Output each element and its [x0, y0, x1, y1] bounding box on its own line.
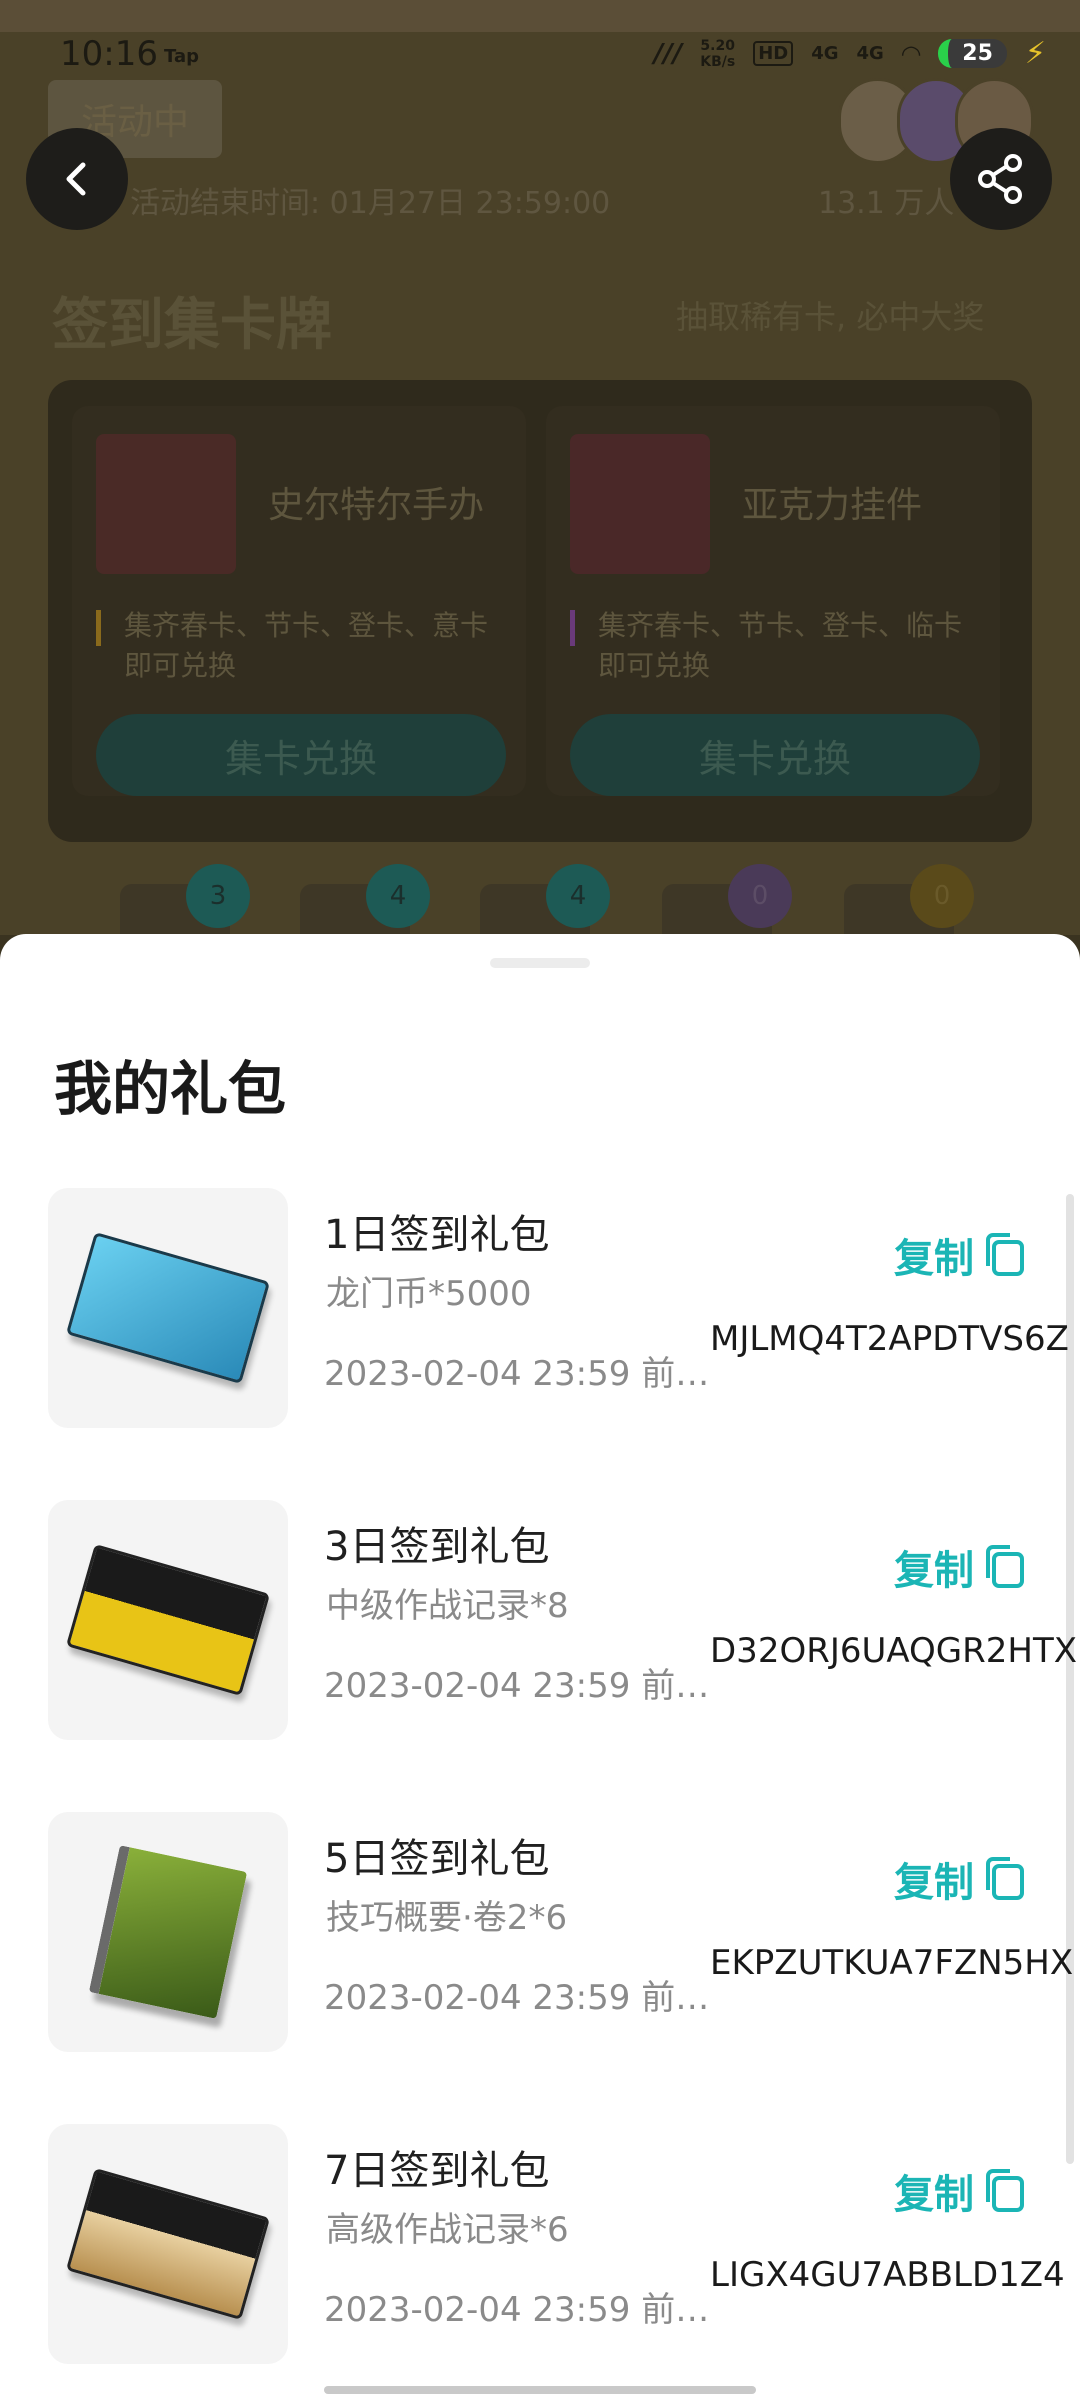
participant-count: 13.1 万人 [818, 186, 955, 221]
copy-icon [986, 1857, 1024, 1900]
wifi-icon: ◠ [901, 39, 921, 68]
gift-row: 5日签到礼包 技巧概要·卷2*6 2023-02-04 23:59 前… 复制 … [48, 1812, 1073, 2052]
background-banner [0, 0, 1080, 32]
prize-card: 史尔特尔手办 集齐春卡、节卡、登卡、意卡即可兑换 集卡兑换 [72, 406, 526, 796]
copy-label: 复制 [894, 1236, 974, 1282]
gift-code: MJLMQ4T2APDTVS6Z [710, 1319, 1069, 1359]
hd-icon: HD [753, 41, 794, 66]
copy-label: 复制 [894, 1548, 974, 1594]
gift-name: 3日签到礼包 [324, 1524, 550, 1570]
exchange-button[interactable]: 集卡兑换 [96, 714, 506, 796]
back-button[interactable] [26, 128, 128, 230]
copy-button[interactable]: 复制 [894, 1538, 1026, 1596]
gift-image [48, 1500, 288, 1740]
gift-image [48, 1812, 288, 2052]
tap-logo-icon: /// [653, 38, 683, 69]
gift-row: 7日签到礼包 高级作战记录*6 2023-02-04 23:59 前… 复制 L… [48, 2124, 1065, 2364]
gift-code: EKPZUTKUA7FZN5HX [710, 1943, 1074, 1983]
my-gifts-sheet: 我的礼包 1日签到礼包 龙门币*5000 2023-02-04 23:59 前…… [0, 934, 1080, 2400]
share-icon [978, 154, 1022, 204]
prize-desc: 集齐春卡、节卡、登卡、意卡即可兑换 [124, 609, 489, 682]
gift-name: 5日签到礼包 [324, 1836, 550, 1882]
prize-desc-bar [96, 610, 101, 646]
gift-expiry: 2023-02-04 23:59 前… [324, 1354, 710, 1394]
gift-item: 技巧概要·卷2*6 [326, 1898, 568, 1938]
gift-item: 龙门币*5000 [326, 1274, 532, 1314]
back-arrow-icon [66, 162, 86, 196]
gift-code: D32ORJ6UAQGR2HTX [710, 1631, 1078, 1671]
prize-name: 史尔特尔手办 [268, 485, 485, 526]
card-count-badge: 0 [910, 864, 974, 928]
sheet-drag-handle[interactable] [490, 958, 590, 968]
signal-4g-icon-2: 4G [856, 43, 884, 64]
copy-button[interactable]: 复制 [894, 2162, 1026, 2220]
exp-record-image [65, 2167, 271, 2321]
lmd-ticket-image [65, 1231, 271, 1385]
gift-code: LIGX4GU7ABBLD1Z4 [710, 2255, 1065, 2295]
status-tap-label: Tap [164, 46, 199, 67]
card-collection-row: 3 4 4 0 0 [48, 862, 1032, 954]
status-bar: 10:16 Tap /// 5.20 KB/s HD 4G 4G ◠ 25 ⚡ [0, 32, 1080, 80]
pendant-thumbnail [570, 434, 710, 574]
copy-label: 复制 [894, 2172, 974, 2218]
signal-4g-icon-1: 4G [811, 43, 839, 64]
copy-button[interactable]: 复制 [894, 1226, 1026, 1284]
exchange-button[interactable]: 集卡兑换 [570, 714, 980, 796]
figure-thumbnail [96, 434, 236, 574]
card-count-badge: 4 [366, 864, 430, 928]
status-icons: /// 5.20 KB/s HD 4G 4G ◠ 25 ⚡ [654, 36, 1046, 71]
copy-icon [986, 1545, 1024, 1588]
card-count-badge: 4 [546, 864, 610, 928]
prize-desc-bar [570, 610, 575, 646]
gift-row: 1日签到礼包 龙门币*5000 2023-02-04 23:59 前… 复制 M… [48, 1188, 1069, 1428]
prize-panel: 史尔特尔手办 集齐春卡、节卡、登卡、意卡即可兑换 集卡兑换 亚克力挂件 集齐春卡… [48, 380, 1032, 842]
gift-name: 7日签到礼包 [324, 2148, 550, 2194]
network-speed: 5.20 KB/s [700, 37, 736, 70]
home-indicator[interactable] [324, 2386, 756, 2394]
copy-icon [986, 2169, 1024, 2212]
prize-desc: 集齐春卡、节卡、登卡、临卡即可兑换 [598, 609, 963, 682]
skill-book-image [88, 1845, 248, 2019]
exp-record-image [65, 1543, 271, 1697]
gift-expiry: 2023-02-04 23:59 前… [324, 1978, 710, 2018]
copy-button[interactable]: 复制 [894, 1850, 1026, 1908]
activity-end-time: 活动结束时间: 01月27日 23:59:00 [130, 186, 611, 221]
gift-expiry: 2023-02-04 23:59 前… [324, 2290, 710, 2330]
copy-label: 复制 [894, 1860, 974, 1906]
prize-card: 亚克力挂件 集齐春卡、节卡、登卡、临卡即可兑换 集卡兑换 [546, 406, 1000, 796]
copy-icon [986, 1233, 1024, 1276]
card-count-badge: 3 [186, 864, 250, 928]
prize-name: 亚克力挂件 [742, 485, 923, 526]
gift-image [48, 2124, 288, 2364]
sheet-title: 我的礼包 [54, 1055, 287, 1123]
gift-row: 3日签到礼包 中级作战记录*8 2023-02-04 23:59 前… 复制 D… [48, 1500, 1077, 1740]
activity-title: 签到集卡牌 [52, 293, 332, 358]
share-button[interactable] [950, 128, 1052, 230]
card-count-badge: 0 [728, 864, 792, 928]
gift-item: 高级作战记录*6 [326, 2210, 569, 2250]
gift-image [48, 1188, 288, 1428]
gift-expiry: 2023-02-04 23:59 前… [324, 1666, 710, 1706]
gift-name: 1日签到礼包 [324, 1212, 550, 1258]
activity-subtitle: 抽取稀有卡, 必中大奖 [676, 298, 985, 336]
gift-item: 中级作战记录*8 [326, 1586, 569, 1626]
battery-icon: 25 [938, 39, 1007, 68]
charging-icon: ⚡ [1024, 36, 1046, 71]
status-time: 10:16 [60, 34, 158, 74]
